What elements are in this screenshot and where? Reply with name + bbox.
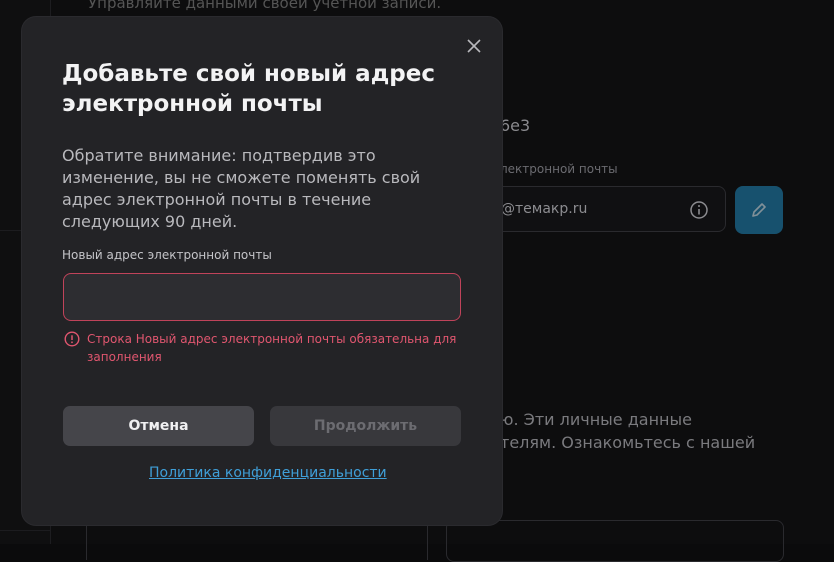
- privacy-info-line: ю. Эти личные данные: [500, 410, 692, 429]
- rail-divider: [0, 530, 50, 531]
- new-email-label: Новый адрес электронной почты: [62, 248, 272, 262]
- dialog-title: Добавьте свой новый адрес электронной по…: [62, 59, 442, 119]
- new-email-input[interactable]: [63, 273, 461, 321]
- add-email-dialog: Добавьте свой новый адрес электронной по…: [22, 17, 502, 525]
- account-subtitle: Управляйте данными своей учетной записи.: [88, 0, 441, 12]
- current-email-value: @темакр.ru: [501, 201, 587, 217]
- cancel-button[interactable]: Отмена: [63, 406, 254, 446]
- background-card: [446, 520, 784, 562]
- info-icon[interactable]: [689, 200, 709, 220]
- edit-email-button[interactable]: [735, 186, 783, 234]
- email-label: лектронной почты: [500, 162, 618, 176]
- current-email-field: @темакр.ru: [480, 186, 726, 232]
- dialog-description: Обратите внимание: подтвердив это измене…: [62, 145, 467, 233]
- privacy-policy-link[interactable]: Политика конфиденциальности: [149, 465, 387, 481]
- error-icon: [64, 331, 80, 347]
- account-id: 6e3: [500, 116, 530, 135]
- close-icon[interactable]: [463, 35, 485, 57]
- privacy-info-line: телям. Ознакомьтесь с нашей: [500, 433, 755, 452]
- continue-button[interactable]: Продолжить: [270, 406, 461, 446]
- pencil-icon: [750, 201, 768, 219]
- error-text: Строка Новый адрес электронной почты обя…: [87, 330, 457, 366]
